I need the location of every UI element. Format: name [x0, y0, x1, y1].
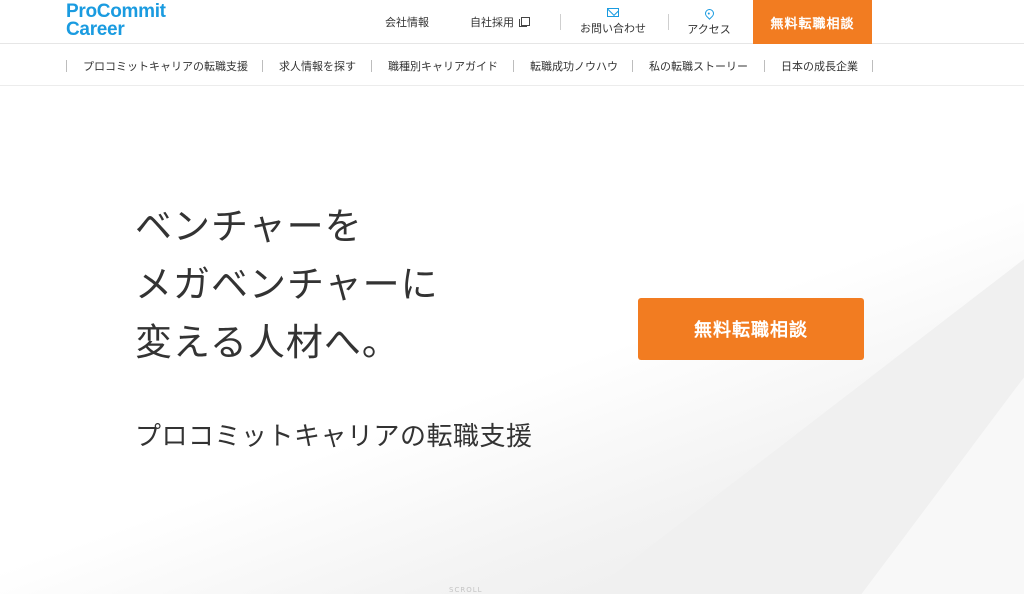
scroll-indicator[interactable]: SCROLL — [449, 586, 483, 594]
external-link-icon — [519, 17, 530, 27]
hero-title: ベンチャーを メガベンチャーに 変える人材へ。 — [135, 198, 439, 372]
site-header: ProCommit Career 会社情報 自社採用 お問い合わせ アクセス 無… — [0, 0, 1024, 44]
header-divider — [560, 14, 561, 30]
global-nav: プロコミットキャリアの転職支援 求人情報を探す 職種別キャリアガイド 転職成功ノ… — [0, 45, 1024, 86]
nav-item-knowhow[interactable]: 転職成功ノウハウ — [530, 45, 618, 86]
hero-title-line-2: メガベンチャーに — [135, 263, 439, 306]
access-link[interactable]: アクセス — [684, 0, 734, 44]
nav-divider — [513, 60, 514, 72]
nav-item-jobs[interactable]: 求人情報を探す — [279, 45, 356, 86]
nav-item-growth-companies[interactable]: 日本の成長企業 — [781, 45, 858, 86]
recruit-label: 自社採用 — [470, 16, 514, 29]
nav-item-support[interactable]: プロコミットキャリアの転職支援 — [83, 45, 248, 86]
header-divider — [668, 14, 669, 30]
contact-label: お問い合わせ — [580, 22, 646, 35]
company-info-link[interactable]: 会社情報 — [385, 0, 429, 44]
map-pin-icon — [702, 6, 716, 20]
header-consultation-button[interactable]: 無料転職相談 — [753, 0, 872, 44]
hero-section: ベンチャーを メガベンチャーに 変える人材へ。 プロコミットキャリアの転職支援 … — [0, 86, 1024, 594]
hero-decoration — [860, 356, 1024, 594]
access-label: アクセス — [687, 22, 731, 36]
nav-item-career-guide[interactable]: 職種別キャリアガイド — [388, 45, 498, 86]
hero-title-line-1: ベンチャーを — [135, 205, 363, 248]
nav-divider — [764, 60, 765, 72]
contact-link[interactable]: お問い合わせ — [580, 0, 646, 44]
nav-divider — [371, 60, 372, 72]
nav-divider — [872, 60, 873, 72]
hero-title-line-3: 変える人材へ。 — [135, 321, 400, 364]
recruit-link[interactable]: 自社採用 — [470, 0, 530, 44]
nav-item-stories[interactable]: 私の転職ストーリー — [649, 45, 748, 86]
hero-consultation-button[interactable]: 無料転職相談 — [638, 298, 864, 360]
hero-subtitle: プロコミットキャリアの転職支援 — [135, 422, 533, 452]
nav-divider — [66, 60, 67, 72]
logo-line-2: Career — [66, 19, 125, 40]
nav-divider — [632, 60, 633, 72]
site-logo[interactable]: ProCommit Career — [66, 2, 186, 40]
mail-icon — [607, 8, 619, 17]
nav-divider — [262, 60, 263, 72]
